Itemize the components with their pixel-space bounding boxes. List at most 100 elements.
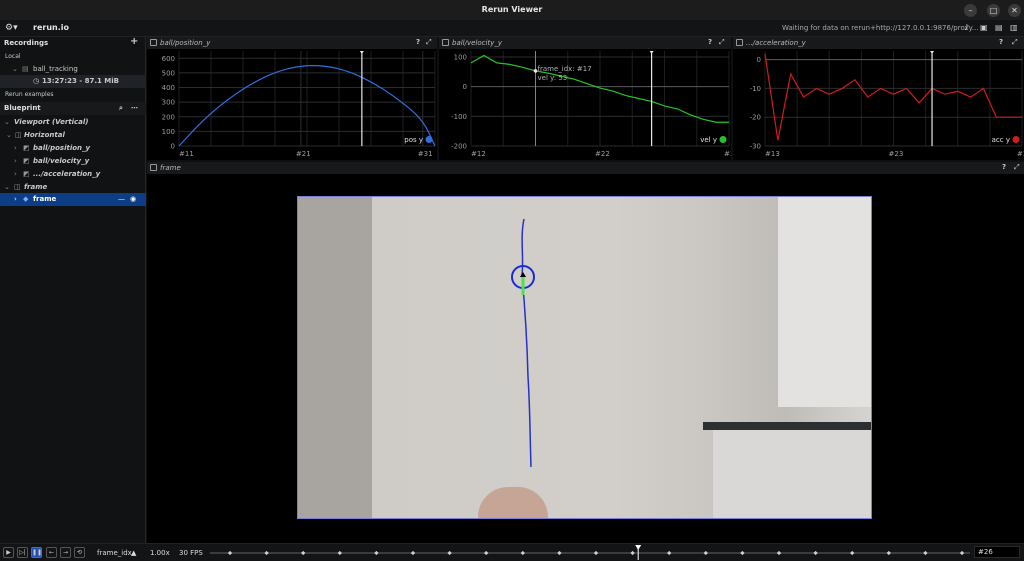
time-cursor-head	[359, 51, 364, 54]
ball-trajectory-overlay	[511, 218, 535, 468]
left-panel-toggle-icon[interactable]: ▣	[980, 23, 988, 32]
panel-acceleration[interactable]: .../acceleration_y ? ⤢ #13 #23 #33 0 -10 -20 -…	[733, 37, 1024, 160]
camera-frame-image[interactable]	[297, 196, 872, 519]
time-cursor-head	[930, 51, 935, 54]
timeline-marker	[557, 550, 562, 556]
loop-icon[interactable]: ⟲	[74, 547, 85, 558]
tree-frame-item[interactable]: › ◆ frame — ◉	[0, 193, 146, 206]
tree-label: ball/position_y	[33, 144, 91, 152]
tree-horizontal[interactable]: ⌄ ◫ Horizontal	[0, 129, 146, 142]
chevron-right-icon[interactable]: ›	[14, 144, 17, 152]
tree-vel[interactable]: › ◩ ball/velocity_y	[0, 155, 146, 168]
chevron-down-icon[interactable]: ⌄	[4, 183, 10, 191]
examples-label[interactable]: Rerun examples	[5, 91, 54, 98]
container-icon: ◫	[15, 131, 22, 139]
app-id: ball_tracking	[33, 65, 78, 73]
help-icon[interactable]: ?	[999, 38, 1003, 46]
maximize-panel-icon[interactable]: ⤢	[1012, 38, 1018, 47]
visibility-eye-icon[interactable]: ◉	[130, 195, 136, 203]
timeline-marker	[703, 550, 708, 556]
y-tick-label: 300	[162, 99, 175, 107]
trajectory-line	[521, 218, 532, 468]
x-tick-label: #32	[724, 150, 731, 158]
panel-title: ball/position_y	[160, 39, 211, 47]
y-tick-label: -10	[750, 85, 761, 93]
help-icon[interactable]: ?	[416, 38, 420, 46]
minimize-icon[interactable]: –	[964, 4, 977, 17]
right-panel-toggle-icon[interactable]: ▥	[1010, 23, 1018, 32]
legend-label: pos y	[404, 136, 423, 144]
close-icon[interactable]: ✕	[1008, 4, 1021, 17]
remove-icon[interactable]: —	[118, 195, 125, 203]
tree-label: frame	[24, 183, 48, 191]
maximize-panel-icon[interactable]: ⤢	[719, 38, 725, 47]
chevron-down-icon[interactable]: ⌄	[12, 65, 18, 73]
chevron-down-icon[interactable]: ⌄	[4, 118, 10, 126]
maximize-icon[interactable]: □	[987, 4, 1000, 17]
legend-swatch	[1012, 136, 1020, 143]
current-frame-input[interactable]: #26	[974, 546, 1020, 558]
legend-label: acc y	[992, 136, 1010, 144]
panel-title: .../acceleration_y	[746, 39, 806, 47]
panel-title: frame	[160, 164, 181, 172]
position-chart[interactable]: #11 #21 #31 600 500 400 300 200 100 0 pos y	[147, 49, 437, 160]
tooltip-value: vel y: 53	[538, 74, 568, 82]
help-icon[interactable]: ?	[1002, 163, 1006, 171]
velocity-chart[interactable]: #12#22#321000-100-200frame_idx: #17vel y…	[439, 49, 731, 160]
chevron-down-icon[interactable]: ⌄	[6, 131, 12, 139]
timeline-marker	[264, 550, 269, 556]
timeline-marker	[630, 550, 635, 556]
recordings-heading: Recordings	[4, 39, 49, 47]
playhead	[635, 545, 642, 550]
top-bar: ⚙▾ rerun.io Waiting for data on rerun+ht…	[0, 20, 1024, 37]
timeline-marker	[484, 550, 489, 556]
blueprint-heading: Blueprint	[4, 104, 41, 112]
playback-speed[interactable]: 1.00x	[150, 549, 170, 557]
more-icon[interactable]: ⋯	[131, 104, 138, 112]
tree-acc[interactable]: › ◩ .../acceleration_y	[0, 168, 146, 181]
panel-velocity[interactable]: ball/velocity_y ? ⤢ #12 #22 #32 100 0 -100 -20…	[439, 37, 731, 160]
pause-icon[interactable]: ❚❚	[31, 547, 42, 558]
chevron-right-icon[interactable]: ›	[14, 170, 17, 178]
y-tick-label: -20	[750, 114, 761, 122]
recording-item[interactable]: ◷ 13:27:23 - 87.1 MiB	[0, 75, 146, 88]
play-icon[interactable]: ▶	[3, 547, 14, 558]
notification-icon[interactable]: ♪	[964, 23, 969, 32]
y-tick-label: 600	[162, 55, 175, 63]
tree-label: ball/velocity_y	[33, 157, 90, 165]
step-forward-icon[interactable]: →	[60, 547, 71, 558]
timeline-marker	[593, 550, 599, 556]
fps-setting[interactable]: 30 FPS	[179, 549, 203, 557]
add-recording-icon[interactable]: +	[130, 36, 138, 47]
maximize-panel-icon[interactable]: ⤢	[1014, 163, 1020, 172]
timeline-scrubber[interactable]	[210, 545, 970, 561]
panel-position[interactable]: ball/position_y ? ⤢ #11 #21 #31 600 500 400 30…	[147, 37, 437, 160]
tree-viewport[interactable]: ⌄ Viewport (Vertical)	[0, 116, 146, 129]
bottom-panel-toggle-icon[interactable]: ▤	[995, 23, 1003, 32]
tooltip-frame: frame_idx: #17	[538, 65, 592, 73]
timeline-dropdown-icon[interactable]: ▲	[131, 549, 136, 557]
app-name[interactable]: rerun.io	[33, 23, 69, 32]
rerun-menu-icon[interactable]: ⚙▾	[5, 23, 18, 33]
ball-center-marker	[520, 272, 526, 277]
app-icon: ▤	[22, 65, 29, 73]
timeline-marker	[923, 550, 928, 556]
x-tick-label: #23	[889, 150, 904, 158]
tree-label: Horizontal	[24, 131, 65, 139]
frame-viewport[interactable]	[147, 174, 1024, 543]
tree-pos[interactable]: › ◩ ball/position_y	[0, 142, 146, 155]
y-tick-label: 500	[162, 69, 175, 77]
y-tick-label: -100	[451, 113, 467, 121]
step-back-icon[interactable]: ←	[46, 547, 57, 558]
timeline-selector[interactable]: frame_idx	[97, 549, 132, 557]
y-tick-label: 100	[162, 128, 175, 136]
chevron-right-icon[interactable]: ›	[14, 195, 17, 203]
help-icon[interactable]: ?	[708, 38, 712, 46]
step-icon[interactable]: ▷|	[17, 547, 28, 558]
legend-swatch	[425, 136, 433, 143]
acceleration-chart[interactable]: #13 #23 #33 0 -10 -20 -30 acc y	[733, 49, 1024, 160]
search-icon[interactable]: ⌕	[119, 104, 123, 113]
chevron-right-icon[interactable]: ›	[14, 157, 17, 165]
timeline-marker	[850, 550, 855, 556]
maximize-panel-icon[interactable]: ⤢	[426, 38, 432, 47]
